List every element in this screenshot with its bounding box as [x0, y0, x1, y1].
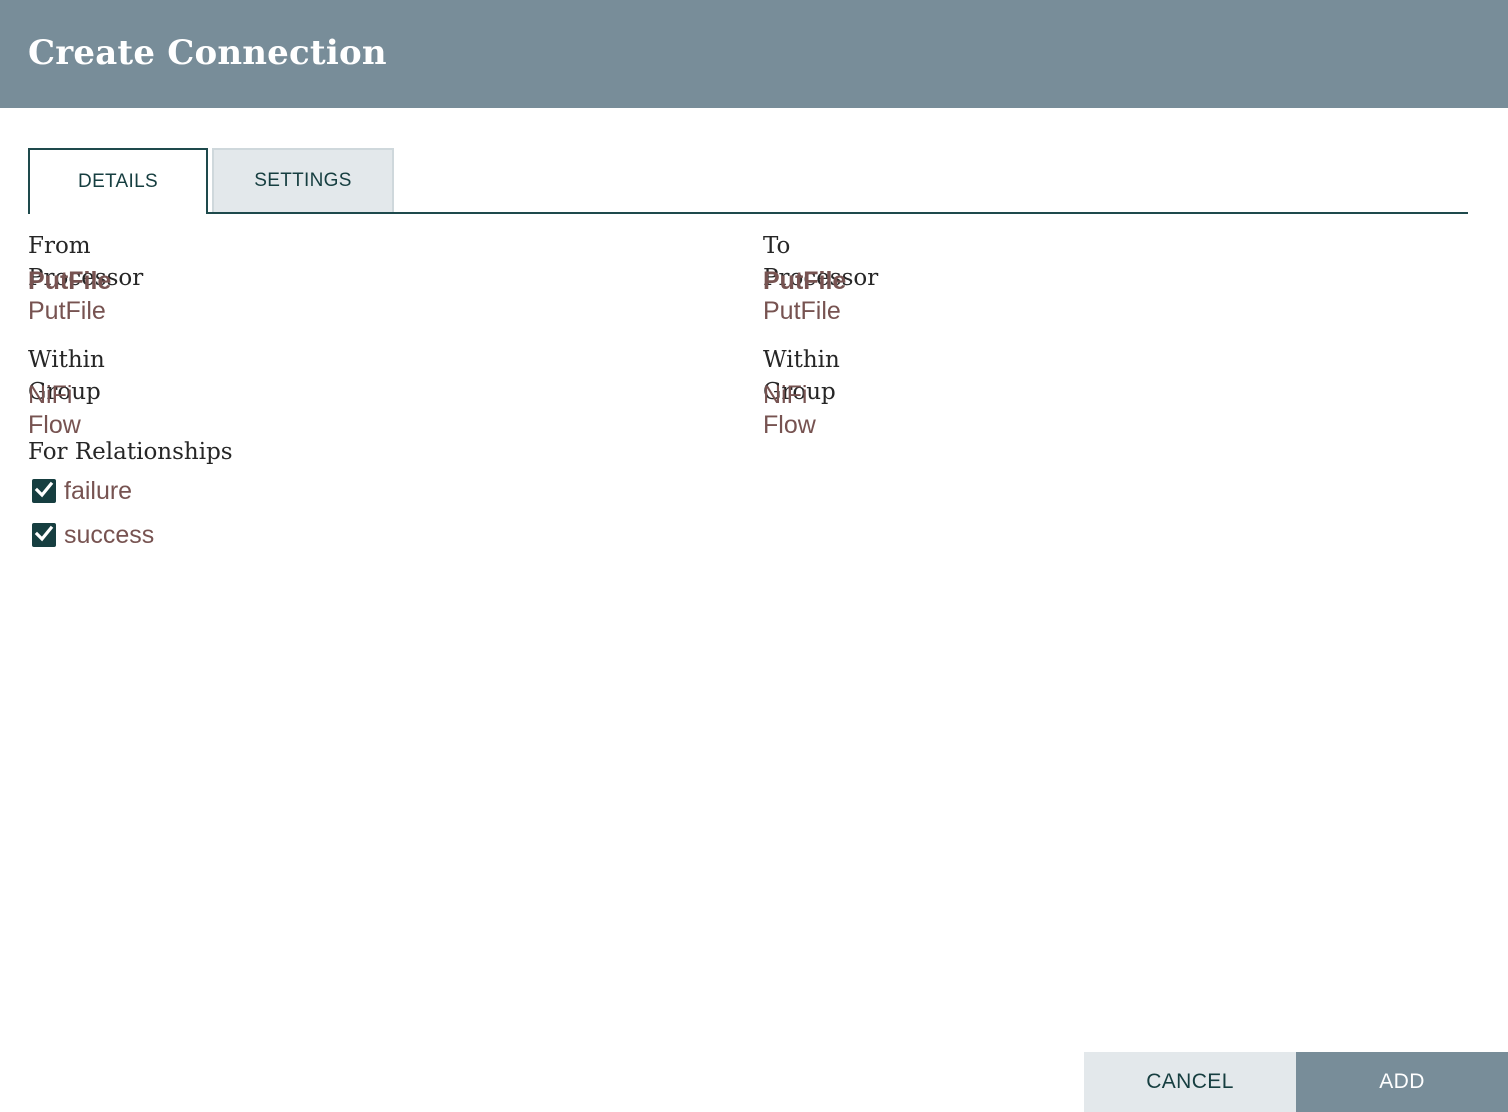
tab-underline: [28, 212, 1468, 214]
from-processor-name: PutFile: [28, 267, 112, 295]
relationship-label: failure: [64, 476, 133, 505]
relationship-failure[interactable]: failure: [28, 476, 132, 506]
add-button[interactable]: ADD: [1296, 1052, 1508, 1112]
to-processor-name: PutFile: [763, 267, 847, 295]
from-group-name: NiFi Flow: [28, 381, 81, 439]
checkbox-checked-icon[interactable]: [32, 523, 56, 547]
from-processor-type: PutFile: [28, 297, 106, 325]
tab-settings[interactable]: SETTINGS: [212, 148, 394, 212]
relationship-label: success: [64, 520, 155, 549]
dialog-title: Create Connection: [28, 33, 387, 73]
to-processor-type: PutFile: [763, 297, 841, 325]
tab-details[interactable]: DETAILS: [28, 148, 208, 214]
cancel-button[interactable]: CANCEL: [1084, 1052, 1296, 1112]
dialog-header: Create Connection: [0, 0, 1508, 108]
create-connection-dialog: Create Connection DETAILS SETTINGS From …: [0, 0, 1508, 1112]
to-group-name: NiFi Flow: [763, 381, 816, 439]
checkbox-checked-icon[interactable]: [32, 479, 56, 503]
tab-bar: DETAILS SETTINGS: [28, 148, 1468, 214]
relationship-success[interactable]: success: [28, 520, 154, 550]
relationships-heading: For Relationships: [28, 439, 233, 465]
